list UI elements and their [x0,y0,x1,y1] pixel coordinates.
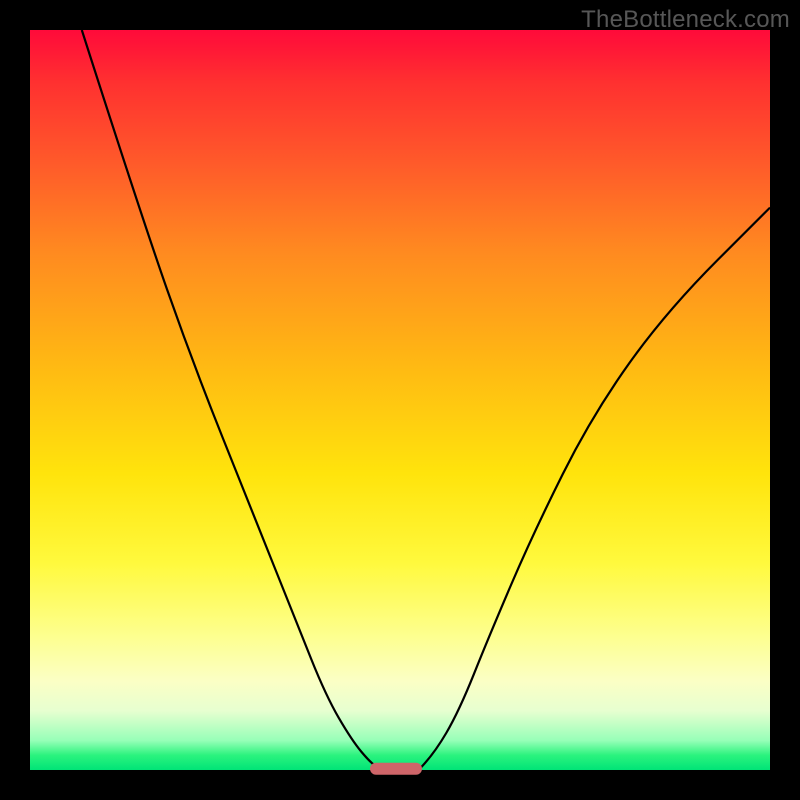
chart-frame: TheBottleneck.com [0,0,800,800]
watermark-text: TheBottleneck.com [581,6,790,34]
bottleneck-marker [370,763,422,775]
right-curve [419,208,771,770]
curve-layer [30,30,770,770]
plot-area [30,30,770,770]
left-curve [82,30,382,770]
